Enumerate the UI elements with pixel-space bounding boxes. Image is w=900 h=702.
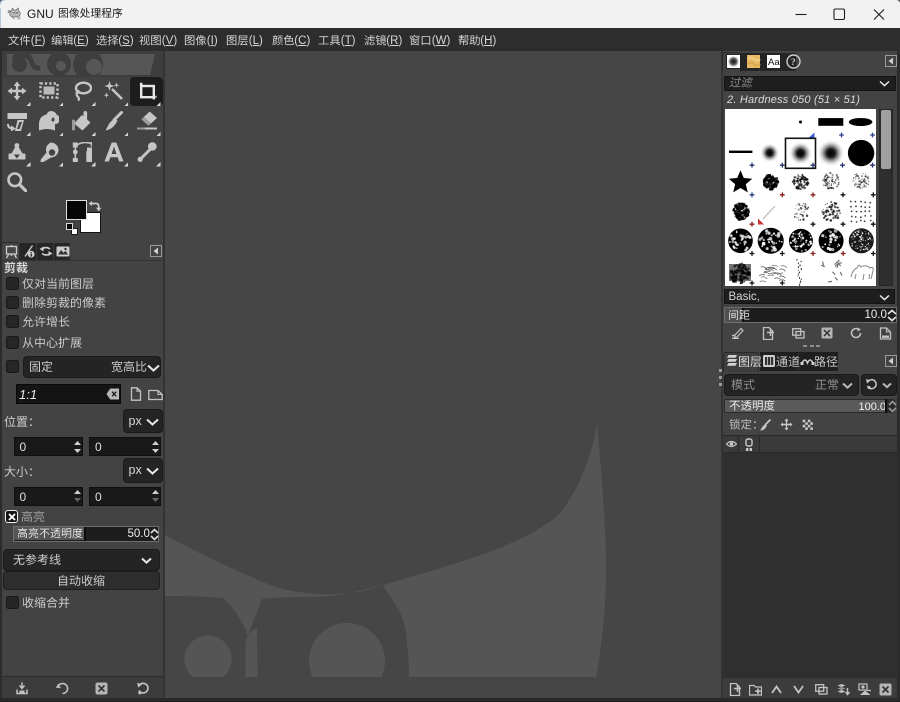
svg-text:Aa: Aa <box>768 57 780 68</box>
svg-text:?: ? <box>791 58 796 68</box>
